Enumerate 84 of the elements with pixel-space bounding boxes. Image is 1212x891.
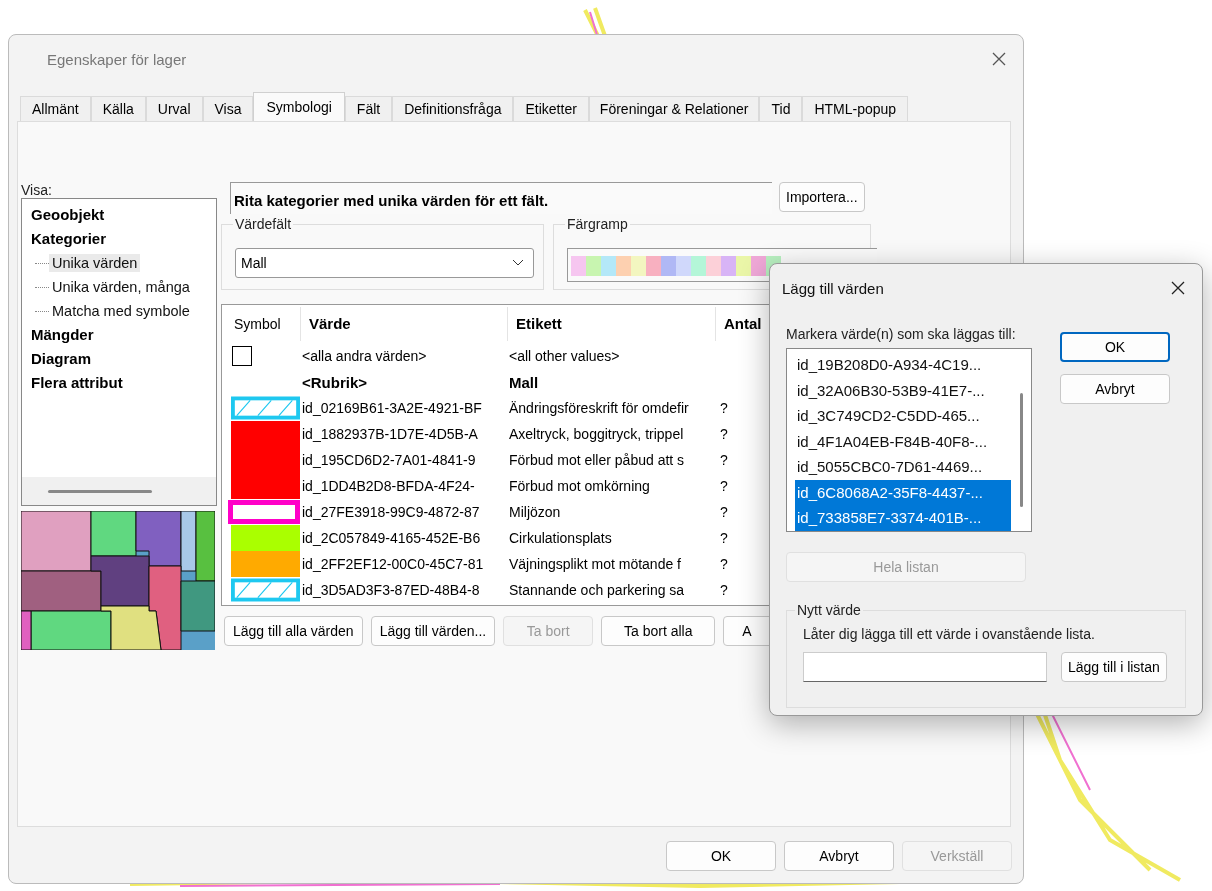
- tab[interactable]: Urval: [145, 96, 203, 121]
- show-label: Visa:: [21, 182, 53, 198]
- list-item[interactable]: id_733858E7-3374-401B-...: [795, 505, 1011, 531]
- outline-symbol[interactable]: [228, 500, 300, 524]
- table-cell-text: ?: [719, 478, 729, 494]
- table-cell-text: id_2FF2EF12-00C0-45C7-81: [301, 556, 485, 572]
- table-cell-text: <Rubrik>: [301, 373, 369, 391]
- table-cell-text: ?: [719, 504, 729, 520]
- dialog-button[interactable]: Avbryt: [784, 841, 894, 871]
- tab[interactable]: Fält: [344, 96, 393, 121]
- close-icon[interactable]: [991, 51, 1007, 67]
- column-header[interactable]: Värde: [300, 307, 507, 341]
- tree-item[interactable]: Unika värden, många: [49, 278, 193, 296]
- table-cell-text: Mall: [508, 373, 540, 391]
- tree-item[interactable]: Geoobjekt: [31, 203, 216, 227]
- table-cell-text: id_02169B61-3A2E-4921-BF: [301, 400, 483, 416]
- table-cell-text: Axeltryck, boggitryck, trippel: [508, 426, 685, 442]
- ok-button[interactable]: OK: [1060, 332, 1170, 362]
- table-cell-text: ?: [719, 530, 729, 546]
- add-to-list-button[interactable]: Lägg till i listan: [1061, 652, 1167, 682]
- table-cell-text: Stannande och parkering sa: [508, 582, 686, 598]
- dialog-button[interactable]: OK: [666, 841, 776, 871]
- list-item[interactable]: id_6C8068A2-35F8-4437-...: [795, 479, 1011, 505]
- tree-item[interactable]: Diagram: [31, 347, 216, 371]
- hint-text: Låter dig lägga till ett värde i ovanstående lista.: [803, 626, 1095, 642]
- column-header[interactable]: Symbol: [222, 307, 300, 341]
- table-cell-text: id_1882937B-1D7E-4D5B-A: [301, 426, 479, 442]
- scrollbar[interactable]: [22, 477, 216, 505]
- empty-symbol[interactable]: [232, 346, 252, 366]
- tree-item[interactable]: Matcha med symbole: [49, 302, 193, 320]
- action-button[interactable]: Ta bort alla: [601, 616, 716, 646]
- new-value-field[interactable]: [803, 652, 1047, 682]
- description-text: Rita kategorier med unika värden för ett fält.: [230, 182, 772, 214]
- tab[interactable]: Visa: [202, 96, 254, 121]
- table-cell-text: ?: [719, 556, 729, 572]
- tab[interactable]: Tid: [759, 96, 803, 121]
- tab[interactable]: Definitionsfråga: [392, 96, 514, 121]
- action-button[interactable]: Lägg till alla värden: [224, 616, 363, 646]
- group-label: Värdefält: [233, 216, 294, 232]
- group-label: Nytt värde: [795, 602, 863, 618]
- table-cell-text: ?: [719, 400, 729, 416]
- close-icon[interactable]: [1170, 280, 1186, 296]
- list-item[interactable]: id_3C749CD2-C5DD-465...: [795, 403, 1011, 429]
- chevron-down-icon: [512, 259, 524, 267]
- table-cell-text: ?: [719, 452, 729, 468]
- table-cell-text: id_1DD4B2D8-BFDA-4F24-: [301, 478, 476, 494]
- tab[interactable]: Källa: [90, 96, 146, 121]
- cancel-button[interactable]: Avbryt: [1060, 374, 1170, 404]
- action-button[interactable]: Lägg till värden...: [370, 616, 496, 646]
- value-field-dropdown[interactable]: Mall: [235, 248, 534, 278]
- list-item[interactable]: id_4F1A04EB-F84B-40F8-...: [795, 428, 1011, 454]
- tree-item[interactable]: Kategorier: [31, 227, 216, 251]
- tab[interactable]: Symbologi: [253, 92, 345, 121]
- tree-item[interactable]: Unika värden: [49, 254, 141, 272]
- import-button[interactable]: Importera...: [779, 182, 865, 212]
- tab[interactable]: Allmänt: [20, 96, 91, 121]
- table-cell-text: id_2C057849-4165-452E-B6: [301, 530, 482, 546]
- list-item[interactable]: id_5055CBC0-7D61-4469...: [795, 454, 1011, 480]
- table-cell-text: id_27FE3918-99C9-4872-87: [301, 504, 481, 520]
- table-cell-text: id_3D5AD3F3-87ED-48B4-8: [301, 582, 481, 598]
- window-title: Egenskaper för lager: [47, 50, 187, 68]
- tab[interactable]: Föreningar & Relationer: [588, 96, 760, 121]
- group-label: Färgramp: [565, 216, 630, 232]
- table-cell-text: <all other values>: [508, 348, 621, 364]
- hatch-symbol[interactable]: [231, 396, 300, 420]
- tab[interactable]: HTML-popup: [802, 96, 909, 121]
- table-cell-text: <alla andra värden>: [301, 348, 428, 364]
- table-cell-text: Cirkulationsplats: [508, 530, 613, 546]
- list-item[interactable]: id_19B208D0-A934-4C19...: [795, 352, 1011, 378]
- hatch-symbol[interactable]: [231, 578, 300, 602]
- table-cell-text: id_195CD6D2-7A01-4841-9: [301, 452, 477, 468]
- table-cell-text: Miljözon: [508, 504, 562, 520]
- table-cell-text: Ändringsföreskrift för omdefir: [508, 400, 690, 416]
- tab[interactable]: Etiketter: [513, 96, 589, 121]
- tree-item[interactable]: Mängder: [31, 323, 216, 347]
- dialog-title: Lägg till värden: [782, 279, 884, 297]
- table-cell-text: Förbud mot omkörning: [508, 478, 651, 494]
- column-header[interactable]: Etikett: [507, 307, 715, 341]
- table-cell-text: Väjningsplikt mot mötande f: [508, 556, 682, 572]
- list-item[interactable]: id_32A06B30-53B9-41E7-...: [795, 377, 1011, 403]
- tree-item[interactable]: Flera attribut: [31, 371, 216, 395]
- table-cell-text: ?: [719, 582, 729, 598]
- table-cell-text: ?: [719, 426, 729, 442]
- table-cell-text: Förbud mot eller påbud att s: [508, 452, 686, 468]
